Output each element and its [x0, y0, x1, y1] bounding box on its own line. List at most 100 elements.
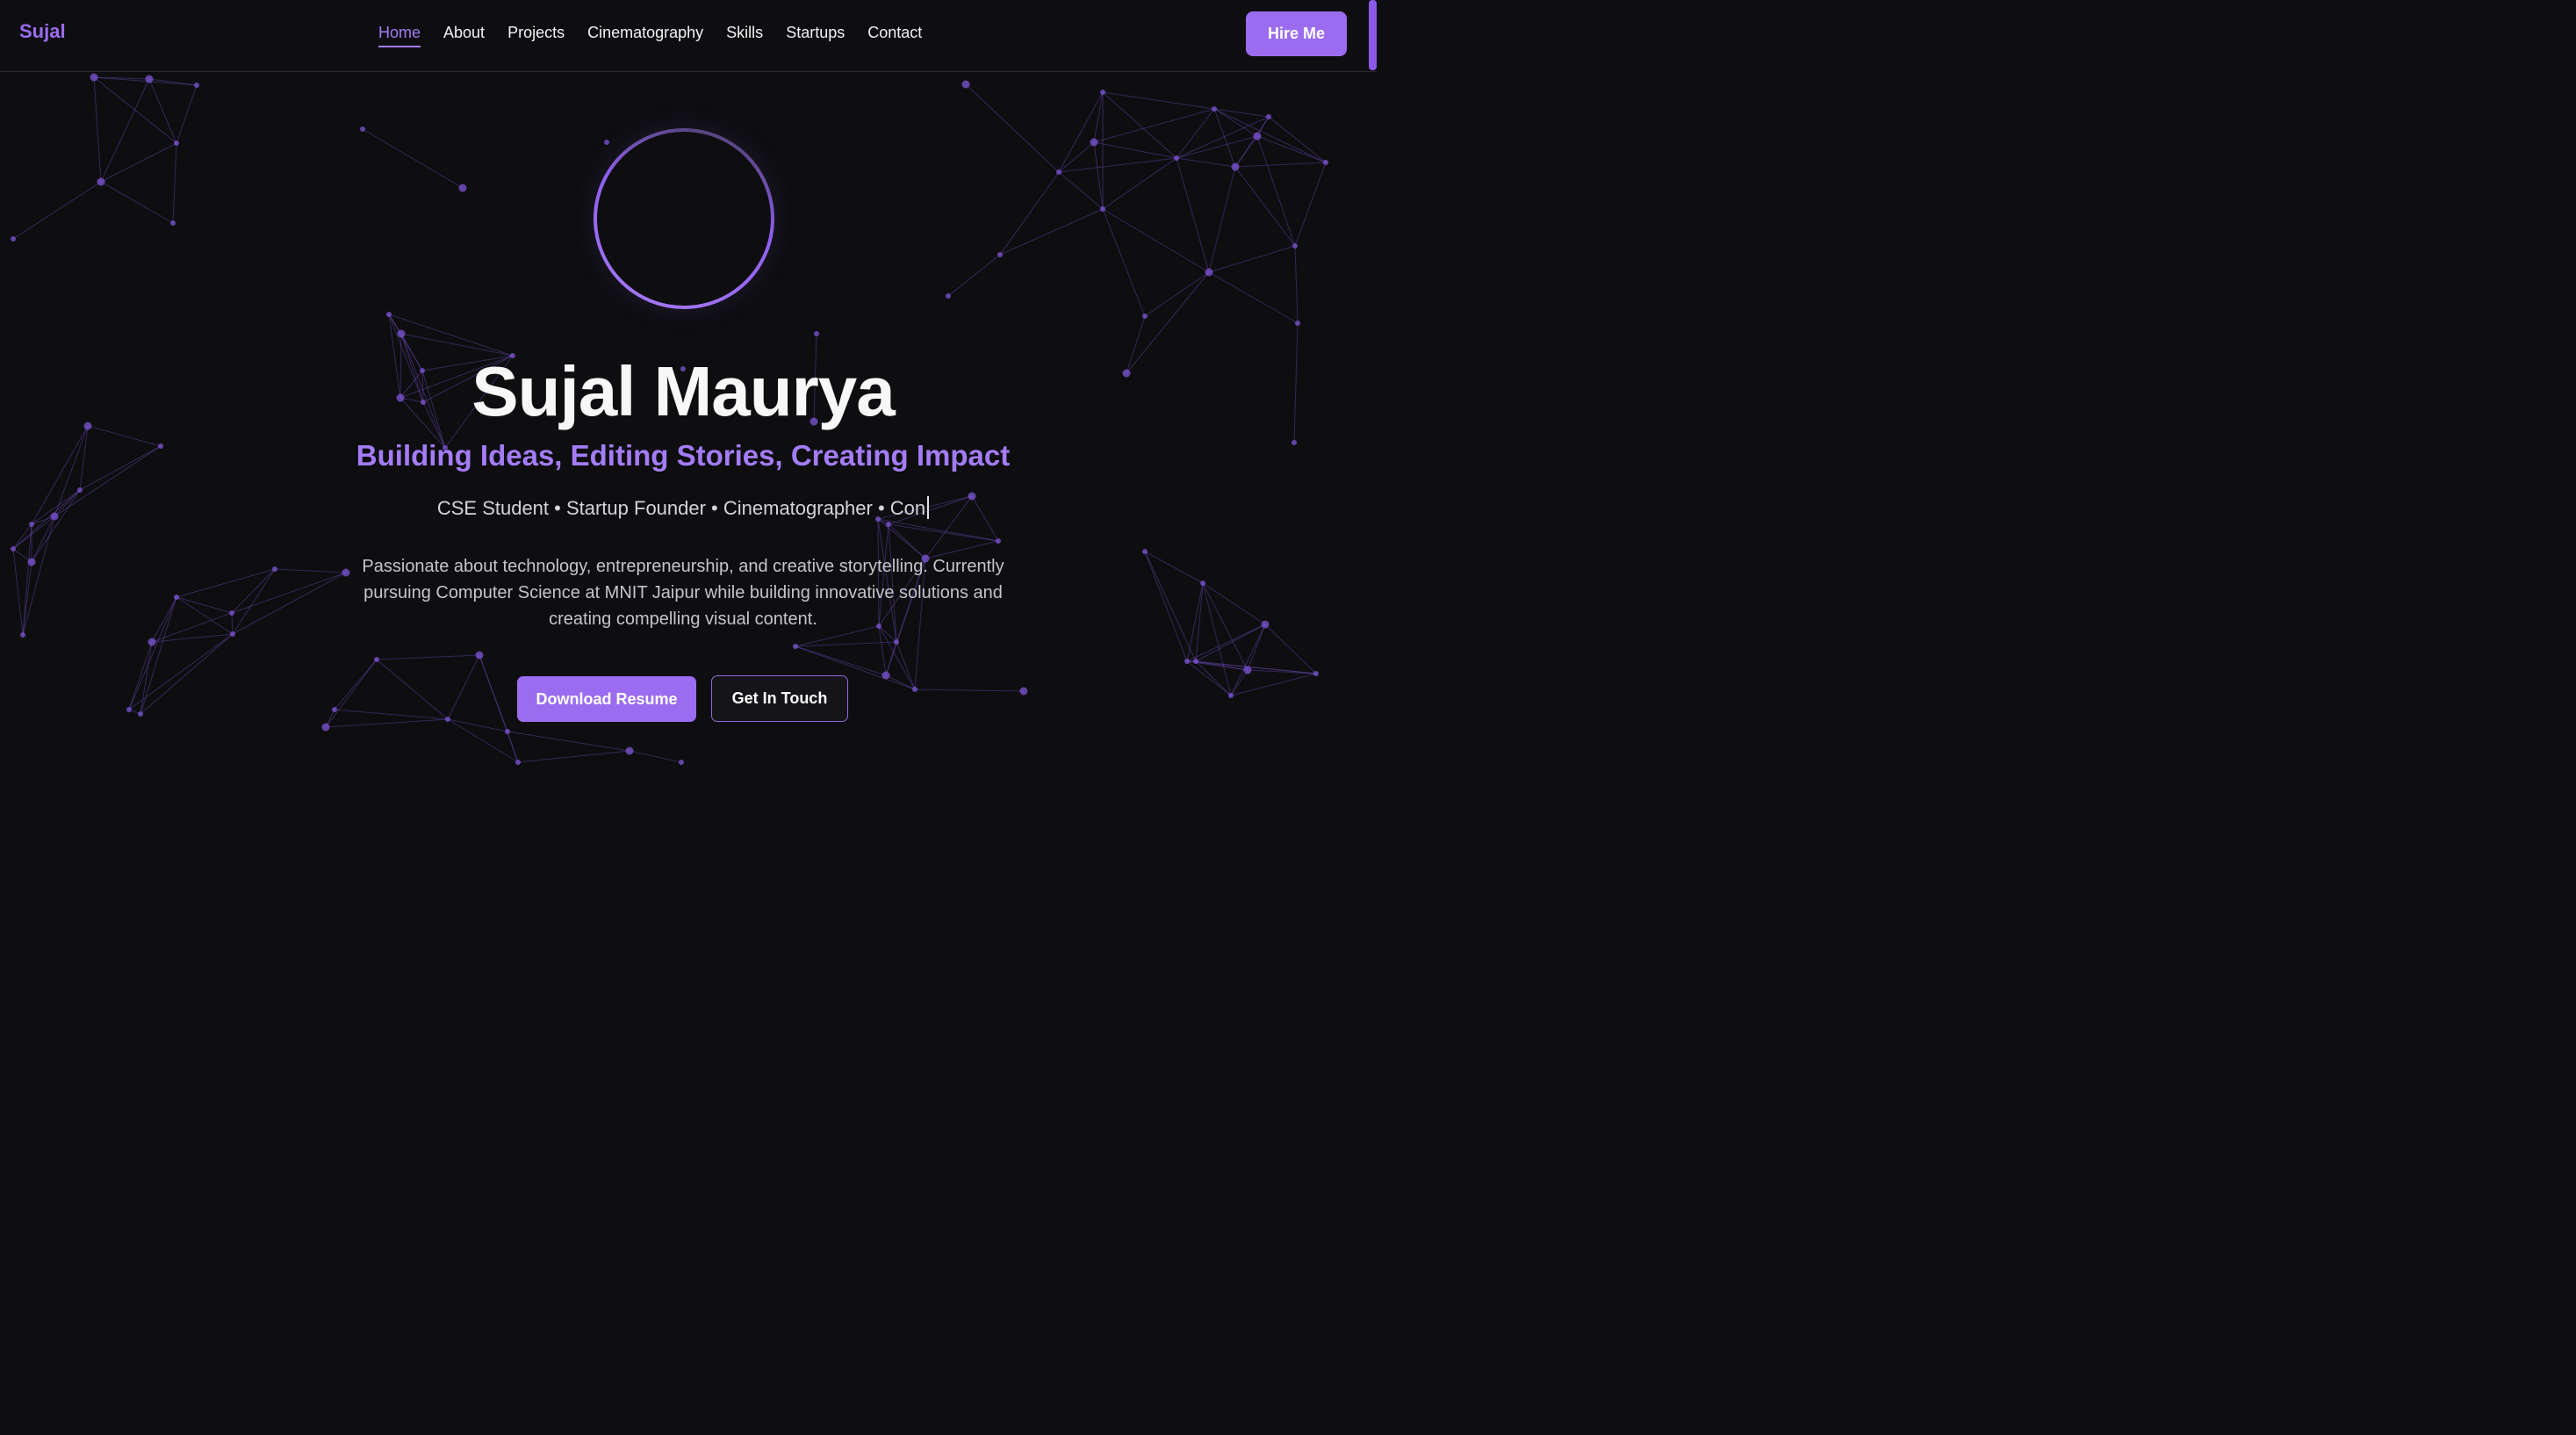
network-node: [1100, 90, 1105, 95]
network-node: [1261, 620, 1270, 629]
network-link: [1102, 91, 1215, 110]
network-node: [29, 522, 34, 527]
network-node: [625, 746, 634, 755]
network-link: [176, 84, 198, 144]
network-node: [1019, 687, 1028, 696]
network-node: [886, 522, 891, 527]
network-node: [679, 760, 684, 765]
network-link: [1102, 208, 1146, 317]
nav-link-cinematography[interactable]: Cinematography: [587, 24, 703, 46]
network-node: [174, 595, 179, 600]
network-link: [1093, 141, 1104, 210]
network-node: [145, 75, 154, 83]
network-link: [1234, 162, 1327, 168]
network-node: [1212, 106, 1217, 112]
network-link: [1093, 108, 1215, 143]
network-link: [1176, 135, 1258, 159]
network-link: [1186, 582, 1204, 662]
network-link: [140, 633, 234, 715]
network-node: [997, 252, 1003, 257]
typed-text: CSE Student • Startup Founder • Cinemato…: [436, 497, 926, 519]
network-node: [458, 184, 467, 192]
network-link: [1144, 551, 1188, 662]
hire-me-button[interactable]: Hire Me: [1246, 11, 1347, 56]
network-link: [1256, 135, 1296, 247]
network-link: [1202, 582, 1232, 696]
network-link: [12, 548, 24, 636]
network-node: [1142, 549, 1148, 554]
network-node: [1323, 160, 1328, 165]
network-node: [11, 546, 16, 552]
network-link: [1208, 166, 1236, 273]
nav-link-skills[interactable]: Skills: [726, 24, 763, 46]
network-node: [27, 558, 36, 566]
network-link: [1176, 157, 1210, 273]
network-node: [77, 487, 83, 493]
network-link: [1230, 624, 1266, 696]
network-node: [1295, 321, 1300, 326]
network-node: [229, 610, 234, 616]
network-link: [1144, 551, 1204, 584]
network-node: [90, 73, 98, 82]
network-link: [1234, 166, 1296, 247]
nav-link-startups[interactable]: Startups: [786, 24, 845, 46]
navbar: Sujal Home About Projects Cinematography…: [0, 0, 1377, 72]
scrollbar-thumb[interactable]: [1369, 0, 1377, 70]
hero-tagline: Building Ideas, Editing Stories, Creatin…: [356, 439, 1011, 472]
logo[interactable]: Sujal: [19, 20, 66, 43]
network-link: [362, 128, 464, 189]
network-link: [334, 659, 378, 710]
network-node: [445, 717, 450, 722]
network-node: [793, 644, 798, 649]
typing-caret: [927, 496, 930, 519]
network-node: [475, 651, 484, 660]
network-link: [12, 181, 102, 240]
network-node: [1200, 580, 1205, 586]
network-node: [1313, 671, 1319, 676]
nav-link-home[interactable]: Home: [378, 24, 421, 47]
network-link: [325, 718, 449, 728]
network-link: [888, 523, 999, 542]
network-node: [996, 538, 1001, 544]
network-link: [232, 568, 276, 635]
nav-link-about[interactable]: About: [443, 24, 485, 46]
network-link: [376, 654, 480, 660]
network-node: [1228, 693, 1234, 698]
network-link: [878, 625, 887, 676]
network-link: [1102, 91, 1177, 159]
network-node: [332, 707, 337, 712]
network-link: [1058, 171, 1104, 210]
network-link: [1058, 141, 1095, 173]
network-node: [272, 566, 277, 572]
network-node: [360, 126, 365, 132]
network-link: [507, 731, 519, 763]
network-link: [100, 181, 174, 224]
hero-section: Sujal Home About Projects Cinematography…: [0, 0, 1377, 767]
network-node: [1174, 155, 1179, 161]
network-link: [1176, 108, 1215, 159]
network-node: [1253, 132, 1262, 141]
network-link: [376, 659, 449, 720]
network-node: [1193, 659, 1198, 664]
nav-links: Home About Projects Cinematography Skill…: [378, 24, 922, 47]
network-link: [1195, 582, 1204, 662]
network-link: [1294, 245, 1299, 324]
nav-link-contact[interactable]: Contact: [867, 24, 922, 46]
network-node: [138, 711, 143, 717]
network-link: [447, 718, 519, 763]
network-node: [1056, 169, 1061, 175]
network-node: [1100, 206, 1105, 212]
network-node: [961, 80, 970, 89]
network-link: [325, 659, 378, 728]
network-link: [1213, 108, 1258, 137]
network-node: [194, 83, 199, 88]
network-link: [507, 731, 630, 752]
network-link: [100, 78, 150, 183]
nav-link-projects[interactable]: Projects: [507, 24, 565, 46]
download-resume-button[interactable]: Download Resume: [517, 676, 696, 722]
network-link: [1176, 157, 1236, 168]
network-node: [1142, 314, 1148, 319]
network-link: [176, 568, 276, 598]
get-in-touch-button[interactable]: Get In Touch: [711, 675, 848, 722]
hero-roles-typewriter: CSE Student • Startup Founder • Cinemato…: [0, 496, 1366, 520]
